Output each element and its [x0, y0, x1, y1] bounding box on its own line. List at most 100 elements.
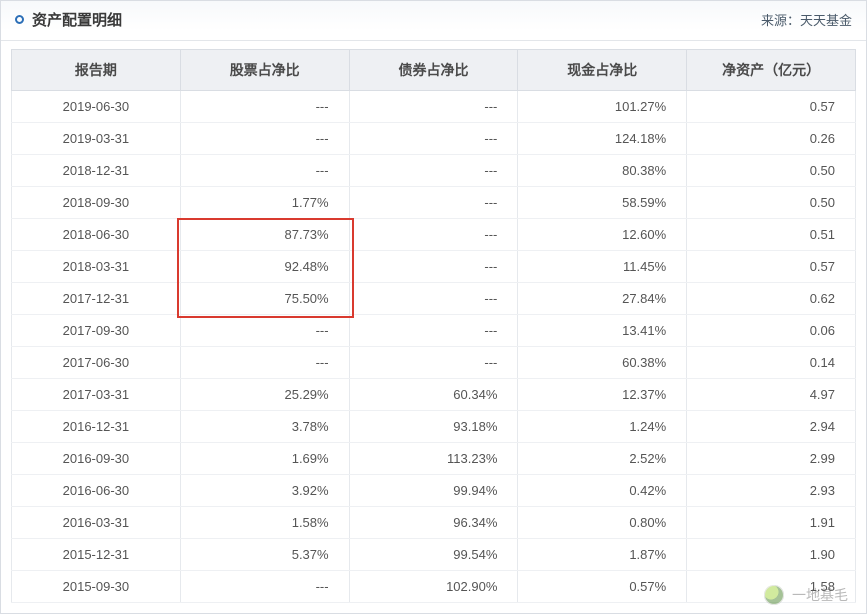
cell-stock: --- [180, 315, 349, 347]
cell-bond: 99.94% [349, 475, 518, 507]
cell-cash: 0.42% [518, 475, 687, 507]
col-stock: 股票占净比 [180, 50, 349, 91]
cell-bond: --- [349, 187, 518, 219]
cell-cash: 2.52% [518, 443, 687, 475]
table-row: 2016-09-301.69%113.23%2.52%2.99 [12, 443, 856, 475]
cell-stock: 1.69% [180, 443, 349, 475]
cell-period: 2018-03-31 [12, 251, 181, 283]
cell-period: 2016-03-31 [12, 507, 181, 539]
cell-stock: 25.29% [180, 379, 349, 411]
cell-stock: --- [180, 571, 349, 603]
cell-period: 2016-12-31 [12, 411, 181, 443]
cell-period: 2015-12-31 [12, 539, 181, 571]
col-cash: 现金占净比 [518, 50, 687, 91]
table-row: 2017-03-3125.29%60.34%12.37%4.97 [12, 379, 856, 411]
cell-bond: 99.54% [349, 539, 518, 571]
cell-nav: 0.51 [687, 219, 856, 251]
cell-bond: --- [349, 283, 518, 315]
cell-cash: 12.60% [518, 219, 687, 251]
asset-allocation-panel: 资产配置明细 来源：天天基金 报告期 股票占净比 债券占净比 现金占净比 净资产… [0, 0, 867, 614]
cell-bond: --- [349, 155, 518, 187]
col-nav: 净资产（亿元） [687, 50, 856, 91]
panel-header: 资产配置明细 来源：天天基金 [1, 1, 866, 41]
cell-cash: 124.18% [518, 123, 687, 155]
cell-nav: 2.93 [687, 475, 856, 507]
cell-cash: 1.24% [518, 411, 687, 443]
cell-stock: 3.92% [180, 475, 349, 507]
table-row: 2019-06-30------101.27%0.57 [12, 91, 856, 123]
cell-period: 2015-09-30 [12, 571, 181, 603]
cell-nav: 0.62 [687, 283, 856, 315]
col-bond: 债券占净比 [349, 50, 518, 91]
cell-bond: --- [349, 347, 518, 379]
cell-period: 2016-06-30 [12, 475, 181, 507]
cell-period: 2017-06-30 [12, 347, 181, 379]
source-value: 天天基金 [800, 13, 852, 28]
cell-stock: --- [180, 347, 349, 379]
cell-stock: 1.77% [180, 187, 349, 219]
cell-nav: 0.50 [687, 155, 856, 187]
cell-nav: 0.06 [687, 315, 856, 347]
cell-period: 2016-09-30 [12, 443, 181, 475]
cell-bond: 96.34% [349, 507, 518, 539]
cell-cash: 12.37% [518, 379, 687, 411]
cell-stock: 75.50% [180, 283, 349, 315]
cell-nav: 0.57 [687, 251, 856, 283]
cell-stock: 5.37% [180, 539, 349, 571]
cell-bond: 60.34% [349, 379, 518, 411]
cell-cash: 27.84% [518, 283, 687, 315]
cell-period: 2019-03-31 [12, 123, 181, 155]
cell-bond: 102.90% [349, 571, 518, 603]
cell-stock: 1.58% [180, 507, 349, 539]
table-row: 2015-12-315.37%99.54%1.87%1.90 [12, 539, 856, 571]
cell-nav: 1.58 [687, 571, 856, 603]
table-row: 2018-06-3087.73%---12.60%0.51 [12, 219, 856, 251]
cell-stock: --- [180, 155, 349, 187]
cell-cash: 0.57% [518, 571, 687, 603]
cell-period: 2017-09-30 [12, 315, 181, 347]
cell-stock: 3.78% [180, 411, 349, 443]
cell-cash: 11.45% [518, 251, 687, 283]
cell-stock: --- [180, 123, 349, 155]
cell-bond: 113.23% [349, 443, 518, 475]
cell-cash: 0.80% [518, 507, 687, 539]
cell-cash: 101.27% [518, 91, 687, 123]
cell-period: 2019-06-30 [12, 91, 181, 123]
cell-period: 2018-09-30 [12, 187, 181, 219]
cell-nav: 0.57 [687, 91, 856, 123]
cell-nav: 2.99 [687, 443, 856, 475]
cell-cash: 80.38% [518, 155, 687, 187]
cell-bond: 93.18% [349, 411, 518, 443]
table-row: 2019-03-31------124.18%0.26 [12, 123, 856, 155]
table-row: 2016-03-311.58%96.34%0.80%1.91 [12, 507, 856, 539]
cell-cash: 13.41% [518, 315, 687, 347]
cell-nav: 4.97 [687, 379, 856, 411]
table-wrap: 报告期 股票占净比 债券占净比 现金占净比 净资产（亿元） 2019-06-30… [1, 41, 866, 613]
panel-source: 来源：天天基金 [761, 10, 852, 29]
cell-bond: --- [349, 315, 518, 347]
cell-nav: 2.94 [687, 411, 856, 443]
cell-period: 2018-12-31 [12, 155, 181, 187]
cell-stock: --- [180, 91, 349, 123]
panel-title-wrap: 资产配置明细 [15, 9, 122, 30]
cell-nav: 0.26 [687, 123, 856, 155]
table-row: 2018-12-31------80.38%0.50 [12, 155, 856, 187]
table-row: 2017-09-30------13.41%0.06 [12, 315, 856, 347]
cell-bond: --- [349, 251, 518, 283]
table-row: 2016-12-313.78%93.18%1.24%2.94 [12, 411, 856, 443]
cell-bond: --- [349, 219, 518, 251]
panel-title: 资产配置明细 [32, 9, 122, 30]
cell-cash: 60.38% [518, 347, 687, 379]
cell-nav: 1.91 [687, 507, 856, 539]
bullet-icon [15, 15, 24, 24]
cell-cash: 58.59% [518, 187, 687, 219]
table-row: 2016-06-303.92%99.94%0.42%2.93 [12, 475, 856, 507]
cell-stock: 87.73% [180, 219, 349, 251]
table-row: 2017-06-30------60.38%0.14 [12, 347, 856, 379]
cell-nav: 1.90 [687, 539, 856, 571]
cell-period: 2017-03-31 [12, 379, 181, 411]
table-row: 2017-12-3175.50%---27.84%0.62 [12, 283, 856, 315]
table-row: 2018-03-3192.48%---11.45%0.57 [12, 251, 856, 283]
cell-bond: --- [349, 123, 518, 155]
cell-nav: 0.14 [687, 347, 856, 379]
